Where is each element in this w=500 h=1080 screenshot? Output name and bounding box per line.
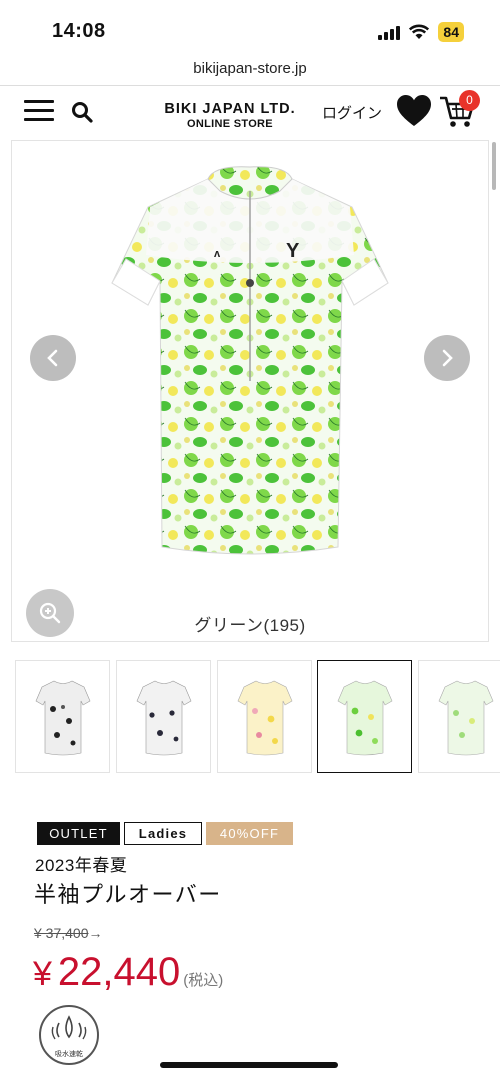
chevron-right-icon (442, 349, 453, 367)
cellular-signal-icon (378, 24, 401, 40)
outlet-badge: OUTLET (37, 822, 120, 845)
cart-count-badge: 0 (459, 90, 480, 111)
product-season: 2023年春夏 (35, 856, 128, 875)
status-bar: 14:08 84 (0, 0, 500, 58)
feature-label: 吸水速乾 (55, 1051, 83, 1058)
product-image-viewer[interactable]: ʌ Y グリーン(195) (11, 140, 489, 642)
logo-main-text: BIKI JAPAN LTD. (164, 101, 296, 117)
discount-badge: 40%OFF (206, 822, 293, 845)
login-link[interactable]: ログイン (322, 102, 382, 123)
price-currency: ¥ (33, 955, 52, 993)
previous-image-button[interactable] (30, 335, 76, 381)
status-time: 14:08 (52, 20, 106, 42)
next-image-button[interactable] (424, 335, 470, 381)
logo-sub-text: ONLINE STORE (187, 118, 273, 130)
site-header: BIKI JAPAN LTD. ONLINE STORE ログイン 0 (0, 86, 500, 138)
status-icons: 84 (378, 22, 464, 42)
original-price: ¥ 37,400→ (34, 925, 103, 941)
thumbnail-white-navy[interactable] (116, 660, 211, 773)
thumbnail-strip[interactable] (15, 660, 500, 773)
product-photo: ʌ Y (111, 166, 389, 555)
thumbnail-photo (337, 680, 392, 755)
svg-text:ʌ: ʌ (214, 248, 221, 260)
thumbnail-photo (35, 680, 90, 755)
home-indicator[interactable] (160, 1062, 338, 1068)
thumbnail-photo (438, 680, 493, 755)
scrollbar[interactable] (492, 142, 496, 190)
thumbnail-green[interactable] (317, 660, 412, 773)
price-value: 22,440 (57, 950, 181, 994)
ladies-badge: Ladies (124, 822, 202, 845)
url-bar[interactable]: bikijapan-store.jp (0, 58, 500, 86)
cart-button[interactable]: 0 (438, 90, 480, 132)
chevron-left-icon (47, 349, 58, 367)
quick-dry-feature-icon: 吸水速乾 (39, 1005, 99, 1065)
color-caption: グリーン(195) (194, 616, 306, 635)
water-drop-icon (51, 1015, 87, 1040)
original-price-value: ¥ 37,400 (34, 925, 89, 941)
arrow-right-icon: → (88, 925, 103, 941)
sale-price: ¥22,440 (税込) (33, 950, 223, 995)
thumbnail-light-green[interactable] (418, 660, 500, 773)
heart-icon[interactable] (395, 92, 433, 130)
site-logo[interactable]: BIKI JAPAN LTD. ONLINE STORE (154, 101, 306, 130)
svg-text:Y: Y (286, 240, 300, 262)
wifi-icon (409, 24, 430, 39)
thumbnail-white-black[interactable] (15, 660, 110, 773)
thumbnail-photo (136, 680, 191, 755)
thumbnail-yellow-pink[interactable] (217, 660, 312, 773)
battery-indicator: 84 (438, 22, 464, 42)
hamburger-menu-icon[interactable] (24, 100, 54, 124)
tax-label: (税込) (183, 972, 224, 989)
product-badges: OUTLET Ladies 40%OFF (37, 822, 293, 845)
product-name: 半袖プルオーバー (34, 882, 222, 907)
search-icon[interactable] (70, 100, 94, 124)
thumbnail-photo (237, 680, 292, 755)
